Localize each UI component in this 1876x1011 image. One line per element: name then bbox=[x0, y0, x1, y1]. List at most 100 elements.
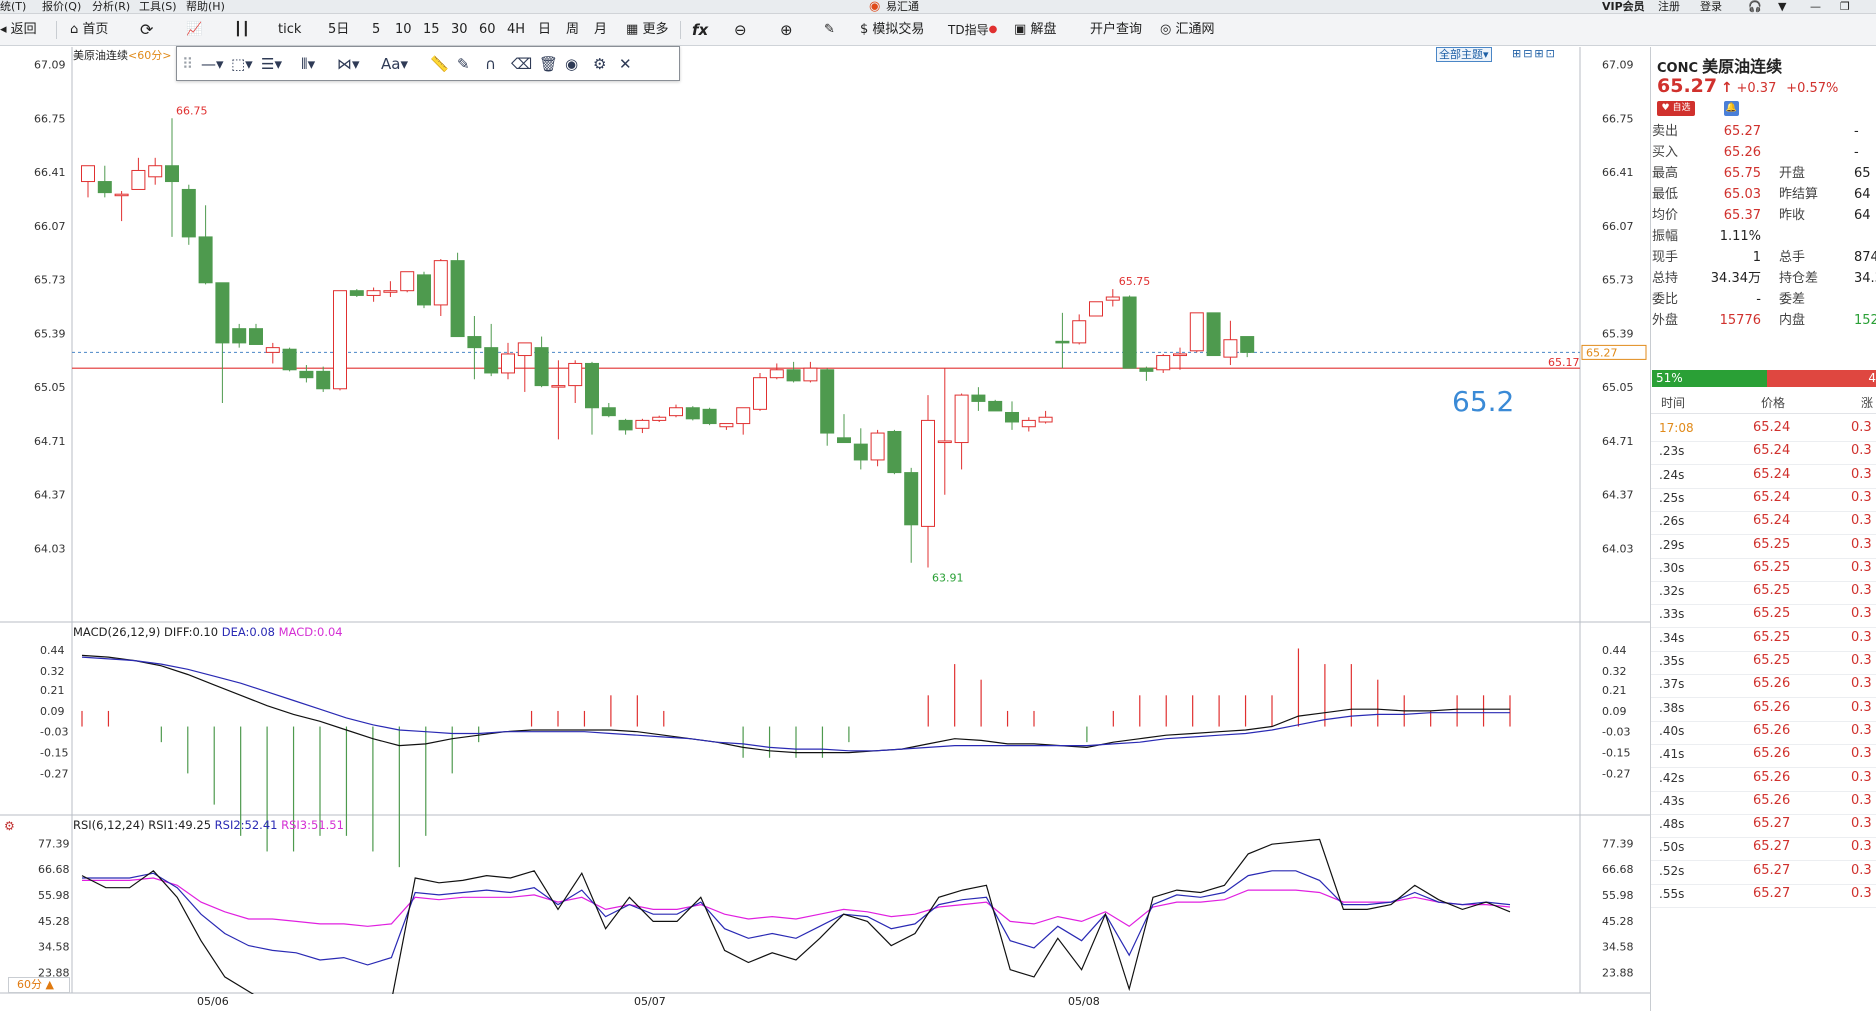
rect-tool-icon[interactable]: ⬚▾ bbox=[231, 55, 253, 73]
candle-body bbox=[366, 290, 381, 296]
current-price-label: 65.27 bbox=[1586, 346, 1618, 359]
main-toolbar: ◂ 返回 ⌂ 首页 ⟳ 📈 ┃┃ tick 5日 5 10 15 30 60 4… bbox=[0, 14, 1876, 46]
candle-body bbox=[501, 353, 515, 374]
headset-icon[interactable]: 🎧 bbox=[1748, 0, 1762, 13]
macd-tick-left: -0.27 bbox=[40, 767, 68, 780]
gear-icon[interactable]: ⚙ bbox=[593, 55, 606, 73]
symbol-name: 美原油连续 bbox=[1702, 57, 1783, 76]
candle-body bbox=[316, 370, 331, 390]
period-15min[interactable]: 15 bbox=[423, 18, 440, 42]
magnet-icon[interactable]: ∩ bbox=[485, 55, 496, 73]
trade-time: .55s bbox=[1659, 887, 1685, 901]
candle-body bbox=[1189, 312, 1204, 352]
close-icon[interactable]: ✕ bbox=[619, 55, 632, 73]
pencil-icon[interactable]: ✎ bbox=[457, 55, 470, 73]
register-link[interactable]: 注册 bbox=[1658, 0, 1680, 13]
candle-body bbox=[669, 407, 683, 417]
toolbar-divider bbox=[680, 21, 681, 39]
menu-tools[interactable]: 工具(S) bbox=[139, 0, 177, 13]
period-tick[interactable]: tick bbox=[278, 18, 301, 42]
candle-body bbox=[904, 472, 919, 526]
menu-system[interactable]: 统(T) bbox=[0, 0, 26, 13]
account-query-button[interactable]: 开户查询 bbox=[1090, 18, 1142, 42]
rsi-tick-right: 66.68 bbox=[1602, 863, 1634, 876]
rsi-title: RSI(6,12,24) RSI1:49.25 RSI2:52.41 RSI3:… bbox=[73, 818, 344, 832]
draw-pen-icon[interactable]: ✎ bbox=[824, 18, 835, 42]
candle-chart-icon[interactable]: ┃┃ bbox=[234, 18, 250, 42]
zoom-out-icon[interactable]: ⊖ bbox=[734, 18, 747, 42]
ruler-icon[interactable]: 📏 bbox=[430, 55, 449, 73]
candle-body bbox=[534, 347, 549, 387]
period-10min[interactable]: 10 bbox=[395, 18, 412, 42]
period-week[interactable]: 周 bbox=[566, 18, 579, 42]
toolbar-divider bbox=[56, 21, 57, 39]
macd-tick-left: 0.32 bbox=[40, 665, 65, 678]
period-selector[interactable]: 60分 ▲ bbox=[8, 977, 70, 993]
chart-panel[interactable]: 67.09 67.09 66.75 66.75 66.41 66.41 66.07 66.07… bbox=[0, 47, 1650, 1011]
candle-body bbox=[635, 419, 650, 429]
trade-row[interactable]: .55s 65.27 0.3 bbox=[1651, 880, 1876, 908]
period-month[interactable]: 月 bbox=[594, 18, 607, 42]
candle-body bbox=[333, 290, 347, 390]
menu-analysis[interactable]: 分析(R) bbox=[92, 0, 130, 13]
settings-gear-icon[interactable]: ⚙ bbox=[4, 819, 15, 833]
rsi-tick-right: 23.88 bbox=[1602, 966, 1634, 979]
eraser-icon[interactable]: ⌫ bbox=[511, 55, 532, 73]
analysis-button[interactable]: ▣ 解盘 bbox=[1014, 18, 1056, 42]
drag-handle-icon[interactable]: ⠿ bbox=[182, 55, 193, 73]
back-button[interactable]: ◂ 返回 bbox=[0, 18, 37, 42]
theme-button[interactable]: 全部主题▾ bbox=[1436, 47, 1492, 62]
line-tool-icon[interactable]: —▾ bbox=[201, 55, 224, 73]
reference-lines bbox=[72, 351, 1580, 369]
zoom-in-icon[interactable]: ⊕ bbox=[780, 18, 793, 42]
kline-chart[interactable]: 67.09 67.09 66.75 66.75 66.41 66.41 66.07 66.07… bbox=[0, 47, 1650, 1011]
layout-icons[interactable]: ⊞⊟⊞⊡ bbox=[1512, 47, 1557, 60]
trash-icon[interactable]: 🗑 bbox=[539, 55, 558, 73]
candle-body bbox=[870, 432, 885, 461]
period-5day[interactable]: 5日 bbox=[328, 18, 349, 42]
vip-link[interactable]: VIP会员 bbox=[1602, 0, 1645, 13]
period-day[interactable]: 日 bbox=[538, 18, 551, 42]
favorite-button[interactable]: ♥ 自选 bbox=[1657, 101, 1695, 116]
minimize-icon[interactable]: — bbox=[1810, 0, 1821, 13]
skin-icon[interactable]: ▼ bbox=[1778, 0, 1786, 13]
rsi2-line bbox=[82, 870, 1511, 966]
channel-tool-icon[interactable]: ☰▾ bbox=[261, 55, 282, 73]
login-link[interactable]: 登录 bbox=[1700, 0, 1722, 13]
candle-body bbox=[400, 271, 415, 292]
menu-bar: 统(T) 报价(Q) 分析(R) 工具(S) 帮助(H) ◉ 易汇通 VIP会员… bbox=[0, 0, 1876, 14]
period-4h[interactable]: 4H bbox=[507, 18, 525, 42]
line-chart-icon[interactable]: 📈 bbox=[186, 18, 202, 42]
price-tick-right: 64.71 bbox=[1602, 435, 1634, 448]
period-60min[interactable]: 60 bbox=[479, 18, 496, 42]
eye-icon[interactable]: ◉ bbox=[565, 55, 578, 73]
date-label: 05/08 bbox=[1068, 995, 1100, 1008]
sim-trade-button[interactable]: $ 模拟交易 bbox=[860, 18, 924, 42]
td-guide-button[interactable]: TD指导● bbox=[948, 18, 997, 42]
candle-body bbox=[1240, 336, 1255, 353]
period-5min[interactable]: 5 bbox=[372, 18, 380, 42]
candle-body bbox=[1005, 411, 1019, 423]
alert-bell-icon[interactable]: 🔔 bbox=[1724, 101, 1739, 116]
app-logo-icon: ◉ bbox=[869, 0, 881, 14]
menu-help[interactable]: 帮助(H) bbox=[186, 0, 225, 13]
restore-icon[interactable]: ❐ bbox=[1840, 0, 1850, 13]
refresh-icon[interactable]: ⟳ bbox=[140, 18, 153, 42]
fib-tool-icon[interactable]: ⦀▾ bbox=[301, 55, 315, 73]
candle-body bbox=[568, 362, 583, 387]
price-tick-right: 65.39 bbox=[1602, 327, 1634, 340]
macd-tick-right: -0.03 bbox=[1602, 726, 1630, 739]
candle-body bbox=[417, 274, 431, 306]
home-button[interactable]: ⌂ 首页 bbox=[70, 18, 108, 42]
more-button[interactable]: ▦ 更多 bbox=[626, 18, 668, 42]
period-label: <60分> bbox=[128, 49, 172, 62]
pattern-tool-icon[interactable]: ⋈▾ bbox=[337, 55, 360, 73]
menu-quote[interactable]: 报价(Q) bbox=[42, 0, 81, 13]
chat-icon: ▣ bbox=[1014, 22, 1027, 37]
price-tick-left: 64.03 bbox=[34, 543, 66, 556]
text-tool-icon[interactable]: Aa▾ bbox=[381, 55, 408, 73]
candle-body bbox=[585, 362, 599, 409]
period-30min[interactable]: 30 bbox=[451, 18, 468, 42]
formula-icon[interactable]: fx bbox=[692, 18, 708, 42]
huitong-button[interactable]: ◎ 汇通网 bbox=[1160, 18, 1215, 42]
